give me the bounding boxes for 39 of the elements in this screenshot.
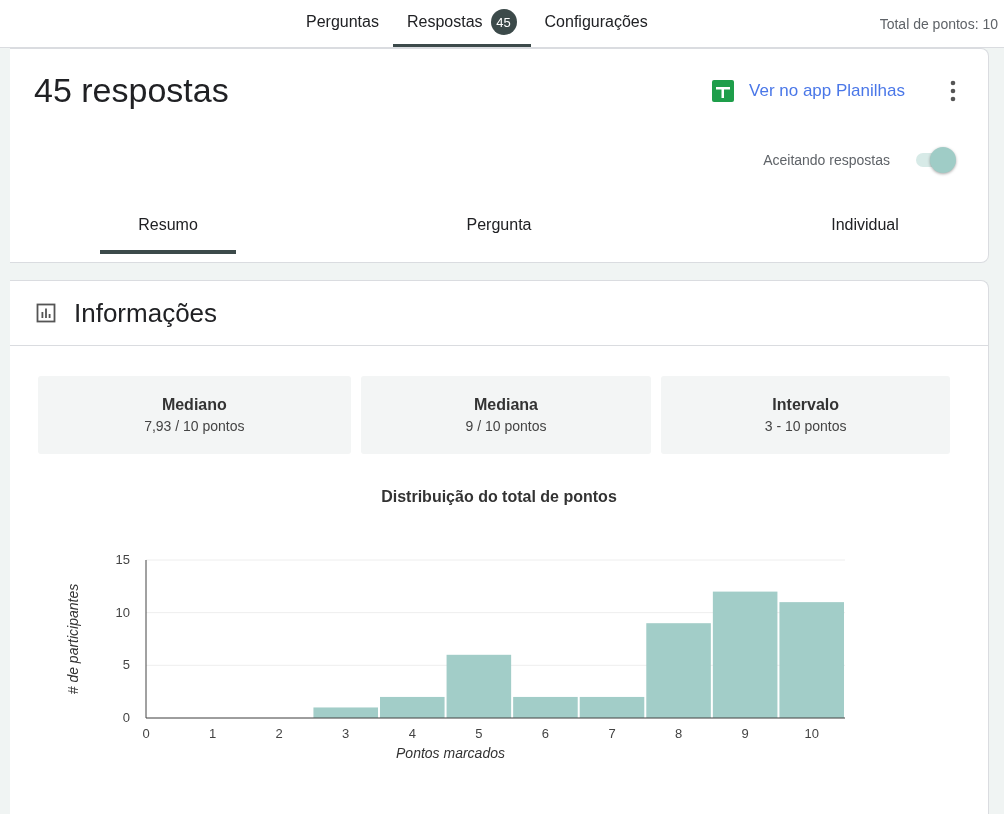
- x-tick-label: 5: [475, 726, 483, 741]
- x-axis-title: Pontos marcados: [396, 745, 505, 761]
- x-tick-label: 0: [142, 726, 150, 741]
- sheets-link[interactable]: Ver no app Planilhas: [749, 80, 905, 101]
- x-tick-label: 1: [208, 726, 217, 741]
- view-tab[interactable]: Individual: [742, 202, 988, 254]
- more-icon[interactable]: [950, 79, 956, 102]
- responses-title: 45 respostas: [34, 71, 229, 110]
- spreadsheet-icon: [712, 79, 735, 102]
- y-axis-title: # de participantes: [65, 583, 81, 695]
- x-tick-label: 6: [541, 726, 550, 741]
- x-tick-label: 8: [674, 726, 683, 741]
- nav-tab[interactable]: Configurações: [530, 0, 662, 47]
- bar-chart-icon: [36, 303, 56, 323]
- x-tick-label: 9: [741, 726, 749, 741]
- chart-title: Distribuição do total de pontos: [380, 488, 618, 506]
- stat-value: 7,93 / 10 pontos: [144, 418, 245, 434]
- x-tick-label: 3: [342, 726, 350, 741]
- x-tick-label: 7: [608, 726, 616, 741]
- y-tick-label: 5: [122, 657, 130, 673]
- accepting-label: Aceitando respostas: [763, 152, 890, 168]
- view-tab[interactable]: Resumo: [100, 202, 236, 254]
- y-tick-label: 0: [122, 710, 130, 725]
- stat-value: 3 - 10 pontos: [764, 418, 847, 434]
- x-tick-label: 2: [275, 726, 283, 741]
- stat-label: Intervalo: [772, 396, 839, 414]
- stat-label: Mediano: [161, 396, 227, 414]
- nav-tab[interactable]: Perguntas: [292, 0, 393, 47]
- x-tick-label: 10: [804, 726, 819, 741]
- bar: [313, 707, 378, 718]
- count-badge: 45: [490, 9, 517, 35]
- view-tab[interactable]: Pergunta: [336, 202, 662, 254]
- stat-label: Mediana: [474, 396, 538, 414]
- y-tick-label: 10: [115, 604, 130, 620]
- section-title: Informações: [74, 297, 218, 329]
- total-points: Total de pontos: 10: [879, 15, 999, 32]
- x-tick-label: 4: [408, 726, 416, 741]
- y-tick-label: 15: [115, 552, 130, 567]
- stat-value: 9 / 10 pontos: [465, 418, 547, 434]
